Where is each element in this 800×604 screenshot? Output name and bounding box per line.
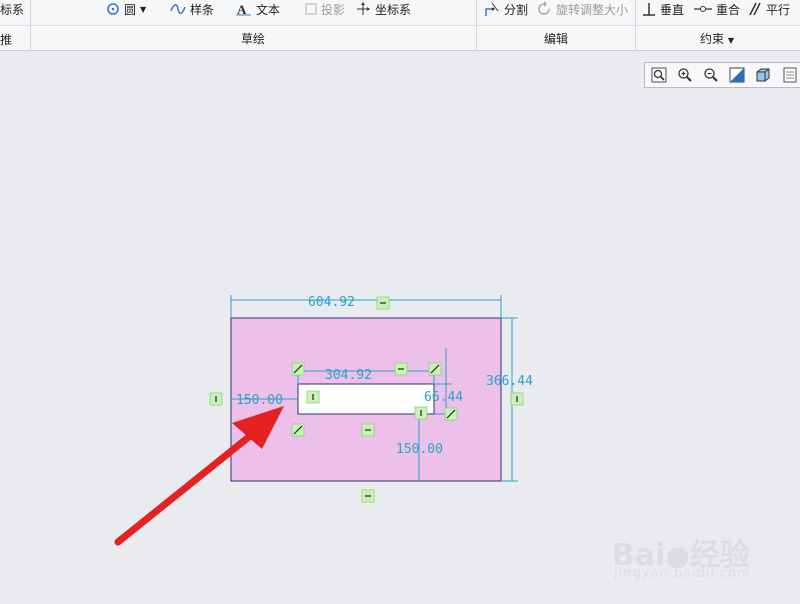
vertical-constraint-icon: [643, 3, 655, 16]
project-tool-label: 投影: [321, 2, 346, 17]
parallel-constraint-icon: [749, 2, 761, 16]
dimension-bottom-offset-text[interactable]: 150.00: [396, 442, 443, 457]
chevron-down-icon: ▼: [727, 36, 734, 45]
text-icon: A: [236, 2, 251, 16]
group-separator: [30, 0, 31, 50]
parallel-constraint-button[interactable]: 平行: [748, 0, 790, 18]
spline-tool-button[interactable]: 样条: [170, 0, 214, 18]
project-icon: [305, 3, 317, 15]
coordinate-system-icon: [357, 2, 370, 15]
dimension-left-offset-text[interactable]: 150.00: [236, 393, 283, 408]
group-separator: [635, 0, 636, 50]
tangent-constraint-icon[interactable]: [444, 407, 458, 421]
horizontal-constraint-icon[interactable]: [394, 362, 408, 376]
group-label-constraint: 约束: [700, 32, 725, 46]
text-tool-button[interactable]: A 文本: [236, 0, 280, 18]
coincident-constraint-label: 重合: [716, 2, 741, 17]
coordinate-system-tool-fragment[interactable]: 标系: [0, 0, 24, 18]
ribbon-toolbar: 标系 推 圆 ▼ 样条 A 文本 投影 坐标系 草绘 分割 旋转调整大小 编辑: [0, 0, 800, 51]
tangent-constraint-icon[interactable]: [291, 362, 305, 376]
sketch-canvas[interactable]: 604.92 366.44 304.92 66.44 150.00 150.00: [0, 51, 800, 600]
vertical-constraint-label: 垂直: [660, 2, 685, 17]
horizontal-constraint-icon[interactable]: [361, 423, 375, 437]
chevron-down-icon[interactable]: ▼: [140, 5, 146, 14]
tangent-constraint-icon[interactable]: [291, 423, 305, 437]
coordinate-system-fragment-label: 标系: [0, 2, 25, 17]
rotate-resize-tool-button[interactable]: 旋转调整大小: [536, 0, 628, 18]
left-group-fragment-label: 推: [0, 32, 13, 47]
rotate-resize-icon: [538, 1, 550, 15]
dimension-inner-width-text[interactable]: 304.92: [325, 368, 372, 383]
coordinate-system-tool-label: 坐标系: [375, 2, 412, 17]
group-label-edit: 编辑: [544, 32, 569, 46]
left-group-fragment: 推: [0, 30, 12, 48]
tangent-constraint-icon[interactable]: [428, 362, 442, 376]
dimension-inner-height-text[interactable]: 66.44: [424, 390, 463, 405]
constraint-group-menu[interactable]: 约束 ▼: [700, 30, 734, 47]
project-tool-button[interactable]: 投影: [305, 0, 345, 18]
vertical-constraint-icon[interactable]: [209, 392, 223, 406]
coordinate-system-tool-button[interactable]: 坐标系: [355, 0, 411, 18]
divide-icon: [485, 2, 499, 16]
dimension-outer-width[interactable]: 604.92: [230, 295, 502, 318]
vertical-constraint-icon[interactable]: [414, 406, 428, 420]
circle-icon: [107, 3, 119, 15]
vertical-constraint-button[interactable]: 垂直: [642, 0, 684, 18]
group-separator: [476, 0, 477, 50]
divide-tool-button[interactable]: 分割: [484, 0, 528, 18]
circle-tool-button[interactable]: 圆 ▼: [106, 0, 146, 18]
divide-tool-label: 分割: [504, 2, 529, 17]
sketch-drawing[interactable]: 604.92 366.44 304.92 66.44 150.00 150.00: [0, 51, 800, 600]
parallel-constraint-label: 平行: [766, 2, 791, 17]
coincident-constraint-icon: [694, 6, 712, 12]
watermark-url: jingyan.baidu.com: [614, 566, 751, 581]
spline-tool-label: 样条: [190, 2, 215, 17]
text-tool-label: 文本: [256, 2, 281, 17]
group-label-sketch: 草绘: [241, 32, 266, 46]
horizontal-constraint-icon[interactable]: [376, 296, 390, 310]
svg-text:A: A: [237, 2, 247, 16]
dimension-outer-width-text[interactable]: 604.92: [308, 295, 355, 310]
coincident-constraint-button[interactable]: 重合: [694, 0, 740, 18]
horizontal-constraint-icon[interactable]: [361, 489, 375, 503]
vertical-constraint-icon[interactable]: [306, 390, 320, 404]
circle-tool-label: 圆: [124, 2, 137, 17]
ribbon-divider: [0, 25, 800, 26]
dimension-outer-height-text[interactable]: 366.44: [486, 374, 533, 389]
rotate-resize-tool-label: 旋转调整大小: [556, 2, 629, 17]
vertical-constraint-icon[interactable]: [510, 392, 524, 406]
spline-icon: [170, 4, 186, 14]
